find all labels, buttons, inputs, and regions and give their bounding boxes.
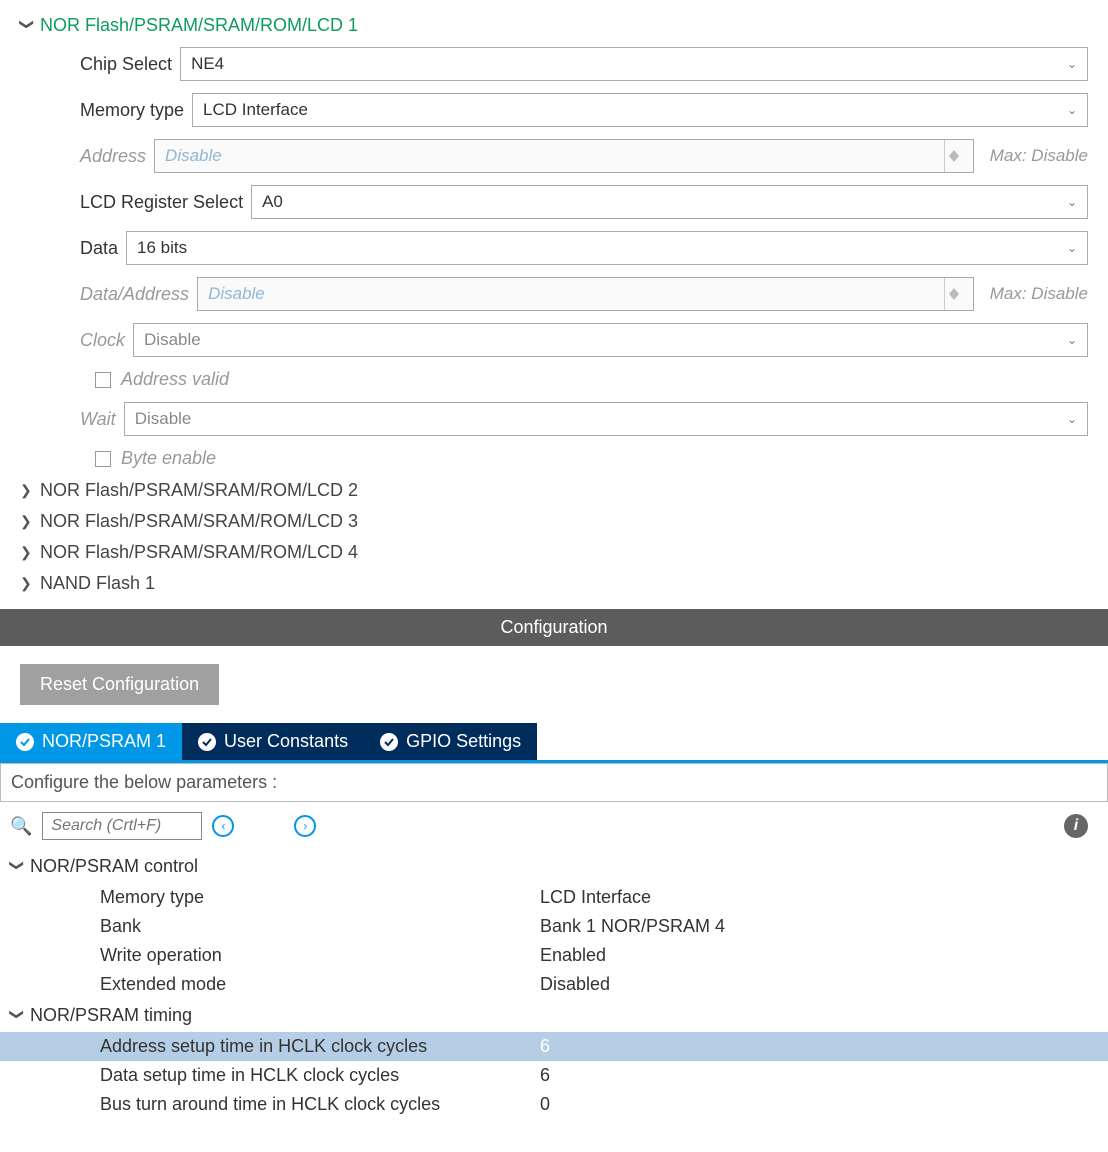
- tree-item-label: NOR Flash/PSRAM/SRAM/ROM/LCD 2: [40, 480, 358, 501]
- next-button[interactable]: ›: [294, 815, 316, 837]
- param-row[interactable]: Address setup time in HCLK clock cycles …: [0, 1032, 1108, 1061]
- tab-label: GPIO Settings: [406, 731, 521, 752]
- dropdown-value: A0: [262, 192, 283, 212]
- tab-nor-psram-1[interactable]: NOR/PSRAM 1: [0, 723, 182, 760]
- param-value: LCD Interface: [540, 887, 1108, 908]
- address-valid-label: Address valid: [121, 369, 229, 390]
- param-value: 6: [540, 1065, 1108, 1086]
- param-group-title: NOR/PSRAM control: [30, 856, 198, 877]
- configuration-header: Configuration: [0, 609, 1108, 646]
- address-hint: Max: Disable: [982, 146, 1088, 166]
- tree-item-label: NAND Flash 1: [40, 573, 155, 594]
- memory-type-label: Memory type: [80, 100, 184, 121]
- tab-label: User Constants: [224, 731, 348, 752]
- address-valid-checkbox: [95, 372, 111, 388]
- clock-label: Clock: [80, 330, 125, 351]
- search-input[interactable]: [42, 812, 202, 840]
- configure-subheader: Configure the below parameters :: [0, 763, 1108, 802]
- dropdown-value: NE4: [191, 54, 224, 74]
- search-icon: 🔍: [10, 816, 32, 837]
- data-address-label: Data/Address: [80, 284, 189, 305]
- param-key: Data setup time in HCLK clock cycles: [100, 1065, 540, 1086]
- param-key: Extended mode: [100, 974, 540, 995]
- data-label: Data: [80, 238, 118, 259]
- param-row[interactable]: Memory type LCD Interface: [0, 883, 1108, 912]
- chevron-down-icon: ⌄: [1067, 103, 1077, 117]
- tree-item-nor2[interactable]: ❯ NOR Flash/PSRAM/SRAM/ROM/LCD 2: [20, 475, 1088, 506]
- param-group-title: NOR/PSRAM timing: [30, 1005, 192, 1026]
- check-icon: [380, 733, 398, 751]
- chevron-down-icon: ⌄: [1067, 333, 1077, 347]
- byte-enable-checkbox: [95, 451, 111, 467]
- tree-item-nand1[interactable]: ❯ NAND Flash 1: [20, 568, 1088, 599]
- chevron-down-icon: ❯: [19, 19, 36, 33]
- param-key: Memory type: [100, 887, 540, 908]
- tree-item-nor4[interactable]: ❯ NOR Flash/PSRAM/SRAM/ROM/LCD 4: [20, 537, 1088, 568]
- param-row[interactable]: Bus turn around time in HCLK clock cycle…: [0, 1090, 1108, 1119]
- tree-item-nor1[interactable]: ❯ NOR Flash/PSRAM/SRAM/ROM/LCD 1: [20, 10, 1088, 41]
- tab-user-constants[interactable]: User Constants: [182, 723, 364, 760]
- chip-select-dropdown[interactable]: NE4 ⌄: [180, 47, 1088, 81]
- data-address-hint: Max: Disable: [982, 284, 1088, 304]
- param-row[interactable]: Write operation Enabled: [0, 941, 1108, 970]
- chevron-down-icon: ❯: [9, 1009, 26, 1023]
- check-icon: [198, 733, 216, 751]
- data-address-input: Disable: [197, 277, 974, 311]
- chevron-down-icon: ⌄: [1067, 412, 1077, 426]
- param-value: Disabled: [540, 974, 1108, 995]
- input-value: Disable: [165, 146, 222, 166]
- prev-button[interactable]: ‹: [212, 815, 234, 837]
- tree-item-label: NOR Flash/PSRAM/SRAM/ROM/LCD 3: [40, 511, 358, 532]
- spinner-icon: [944, 278, 963, 310]
- spinner-icon: [944, 140, 963, 172]
- check-icon: [16, 733, 34, 751]
- chevron-right-icon: ❯: [20, 482, 34, 499]
- chevron-right-icon: ❯: [20, 513, 34, 530]
- param-row[interactable]: Extended mode Disabled: [0, 970, 1108, 999]
- chevron-right-icon: ❯: [20, 575, 34, 592]
- param-group-control[interactable]: ❯ NOR/PSRAM control: [0, 850, 1108, 883]
- chevron-down-icon: ❯: [9, 860, 26, 874]
- tree-item-nor3[interactable]: ❯ NOR Flash/PSRAM/SRAM/ROM/LCD 3: [20, 506, 1088, 537]
- reset-configuration-button[interactable]: Reset Configuration: [20, 664, 219, 705]
- dropdown-value: LCD Interface: [203, 100, 308, 120]
- lcd-reg-select-dropdown[interactable]: A0 ⌄: [251, 185, 1088, 219]
- chevron-down-icon: ⌄: [1067, 195, 1077, 209]
- param-value: Bank 1 NOR/PSRAM 4: [540, 916, 1108, 937]
- chip-select-label: Chip Select: [80, 54, 172, 75]
- dropdown-value: Disable: [135, 409, 192, 429]
- tree-item-label: NOR Flash/PSRAM/SRAM/ROM/LCD 4: [40, 542, 358, 563]
- param-value: Enabled: [540, 945, 1108, 966]
- byte-enable-label: Byte enable: [121, 448, 216, 469]
- dropdown-value: 16 bits: [137, 238, 187, 258]
- chevron-down-icon: ⌄: [1067, 241, 1077, 255]
- param-value: 6: [540, 1036, 1108, 1057]
- tree-item-label: NOR Flash/PSRAM/SRAM/ROM/LCD 1: [40, 15, 358, 36]
- lcd-reg-select-label: LCD Register Select: [80, 192, 243, 213]
- param-value: 0: [540, 1094, 1108, 1115]
- input-value: Disable: [208, 284, 265, 304]
- address-input: Disable: [154, 139, 974, 173]
- tab-gpio-settings[interactable]: GPIO Settings: [364, 723, 537, 760]
- param-row[interactable]: Data setup time in HCLK clock cycles 6: [0, 1061, 1108, 1090]
- param-key: Bus turn around time in HCLK clock cycle…: [100, 1094, 540, 1115]
- chevron-right-icon: ❯: [20, 544, 34, 561]
- param-key: Bank: [100, 916, 540, 937]
- info-icon[interactable]: i: [1064, 814, 1088, 838]
- wait-dropdown: Disable ⌄: [124, 402, 1088, 436]
- param-key: Write operation: [100, 945, 540, 966]
- wait-label: Wait: [80, 409, 116, 430]
- param-row[interactable]: Bank Bank 1 NOR/PSRAM 4: [0, 912, 1108, 941]
- param-key: Address setup time in HCLK clock cycles: [100, 1036, 540, 1057]
- param-group-timing[interactable]: ❯ NOR/PSRAM timing: [0, 999, 1108, 1032]
- tab-label: NOR/PSRAM 1: [42, 731, 166, 752]
- data-dropdown[interactable]: 16 bits ⌄: [126, 231, 1088, 265]
- clock-dropdown: Disable ⌄: [133, 323, 1088, 357]
- address-label: Address: [80, 146, 146, 167]
- chevron-down-icon: ⌄: [1067, 57, 1077, 71]
- dropdown-value: Disable: [144, 330, 201, 350]
- memory-type-dropdown[interactable]: LCD Interface ⌄: [192, 93, 1088, 127]
